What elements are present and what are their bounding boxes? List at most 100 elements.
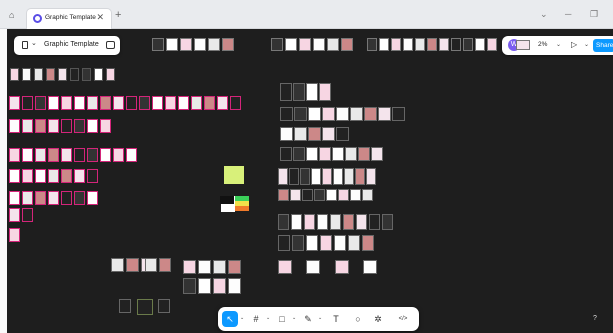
template-thumb-frame[interactable]	[100, 96, 111, 110]
color-swatch[interactable]	[224, 166, 244, 184]
template-thumb-frame[interactable]	[198, 260, 211, 274]
template-thumb-frame[interactable]	[306, 83, 318, 101]
template-thumb-frame[interactable]	[230, 96, 241, 110]
template-thumb-frame[interactable]	[308, 127, 321, 141]
template-thumb-frame[interactable]	[9, 148, 20, 162]
template-thumb-frame[interactable]	[100, 119, 111, 133]
template-thumb-frame[interactable]	[70, 68, 79, 81]
template-thumb-frame[interactable]	[35, 96, 46, 110]
template-thumb-frame[interactable]	[392, 107, 405, 121]
template-thumb-frame[interactable]	[322, 127, 335, 141]
template-thumb-frame[interactable]	[9, 96, 20, 110]
template-thumb-frame[interactable]	[87, 119, 98, 133]
template-thumb-frame[interactable]	[9, 208, 20, 222]
template-thumb-frame[interactable]	[336, 107, 349, 121]
template-thumb-frame[interactable]	[35, 148, 46, 162]
template-thumb-frame[interactable]	[516, 40, 530, 50]
close-icon[interactable]: ✕	[96, 12, 104, 23]
template-thumb-frame[interactable]	[58, 68, 67, 81]
template-thumb-frame[interactable]	[22, 148, 33, 162]
template-thumb-frame[interactable]	[178, 96, 189, 110]
template-thumb-frame[interactable]	[10, 68, 19, 81]
template-thumb-frame[interactable]	[158, 299, 170, 313]
template-thumb-frame[interactable]	[371, 147, 383, 161]
template-thumb-frame[interactable]	[313, 38, 325, 51]
chevron-down-icon[interactable]: ⌄	[584, 41, 589, 48]
template-thumb-frame[interactable]	[345, 147, 357, 161]
template-thumb-frame[interactable]	[74, 119, 85, 133]
template-thumb-frame[interactable]	[327, 38, 339, 51]
template-thumb-frame[interactable]	[362, 189, 373, 201]
template-thumb-frame[interactable]	[299, 38, 311, 51]
template-thumb-frame[interactable]	[306, 260, 320, 274]
template-thumb-frame[interactable]	[341, 38, 353, 51]
template-thumb-frame[interactable]	[74, 148, 85, 162]
template-thumb-frame[interactable]	[451, 38, 461, 51]
panel-toggle-icon[interactable]	[106, 41, 115, 49]
template-thumb-frame[interactable]	[113, 148, 124, 162]
template-thumb-frame[interactable]	[228, 260, 241, 274]
template-thumb-frame[interactable]	[35, 169, 46, 183]
actions-tool-button[interactable]: ✲	[370, 311, 386, 327]
template-thumb-frame[interactable]	[87, 191, 98, 205]
template-thumb-frame[interactable]	[322, 107, 335, 121]
template-thumb-frame[interactable]	[74, 169, 85, 183]
template-thumb-frame[interactable]	[48, 96, 59, 110]
template-thumb-frame[interactable]	[320, 235, 332, 251]
template-thumb-frame[interactable]	[363, 260, 377, 274]
template-thumb-frame[interactable]	[306, 147, 318, 161]
template-thumb-frame[interactable]	[22, 68, 31, 81]
template-thumb-frame[interactable]	[317, 214, 328, 230]
template-thumb-frame[interactable]	[165, 96, 176, 110]
template-thumb-frame[interactable]	[61, 191, 72, 205]
template-thumb-frame[interactable]	[285, 38, 297, 51]
template-thumb-frame[interactable]	[335, 260, 349, 274]
template-thumb-frame[interactable]	[367, 38, 377, 51]
template-thumb-frame[interactable]	[427, 38, 437, 51]
template-thumb-frame[interactable]	[9, 228, 20, 242]
template-thumb-frame[interactable]	[334, 235, 346, 251]
template-thumb-frame[interactable]	[306, 235, 318, 251]
plus-icon[interactable]: +	[115, 9, 121, 21]
template-thumb-frame[interactable]	[228, 278, 241, 294]
template-thumb-frame[interactable]	[74, 96, 85, 110]
template-thumb-frame[interactable]	[82, 68, 91, 81]
pen-tool-button[interactable]: ✎	[300, 311, 316, 327]
template-thumb-frame[interactable]	[198, 278, 211, 294]
template-thumb-frame[interactable]	[333, 168, 343, 185]
template-thumb-frame[interactable]	[166, 38, 178, 51]
template-thumb-frame[interactable]	[22, 208, 33, 222]
template-thumb-frame[interactable]	[311, 168, 321, 185]
template-thumb-frame[interactable]	[355, 168, 365, 185]
template-thumb-frame[interactable]	[343, 214, 354, 230]
file-title[interactable]: Graphic Template	[44, 41, 99, 48]
template-thumb-frame[interactable]	[183, 278, 196, 294]
template-thumb-frame[interactable]	[319, 147, 331, 161]
template-thumb-frame[interactable]	[308, 107, 321, 121]
template-thumb-frame[interactable]	[217, 96, 228, 110]
template-thumb-frame[interactable]	[369, 214, 380, 230]
template-thumb-frame[interactable]	[379, 38, 389, 51]
chevron-down-icon[interactable]: ⌄	[31, 39, 37, 47]
template-thumb-frame[interactable]	[382, 214, 393, 230]
present-icon[interactable]: ▷	[571, 40, 577, 49]
template-thumb-frame[interactable]	[300, 168, 310, 185]
template-thumb-frame[interactable]	[348, 235, 360, 251]
template-thumb-frame[interactable]	[113, 96, 124, 110]
template-thumb-frame[interactable]	[213, 278, 226, 294]
chevron-down-icon[interactable]: ⌄	[240, 315, 244, 321]
template-thumb-frame[interactable]	[350, 107, 363, 121]
template-thumb-frame[interactable]	[280, 127, 293, 141]
template-thumb-frame[interactable]	[180, 38, 192, 51]
template-thumb-frame[interactable]	[87, 96, 98, 110]
chevron-down-icon[interactable]: ⌄	[292, 315, 296, 321]
template-thumb-frame[interactable]	[330, 214, 341, 230]
template-thumb-frame[interactable]	[280, 107, 293, 121]
file-menu[interactable]: ⌄ Graphic Template	[14, 36, 120, 55]
template-thumb-frame[interactable]	[304, 214, 315, 230]
template-thumb-frame[interactable]	[344, 168, 354, 185]
color-swatch[interactable]	[235, 206, 249, 211]
color-swatch[interactable]	[220, 196, 234, 204]
template-thumb-frame[interactable]	[61, 148, 72, 162]
template-thumb-frame[interactable]	[183, 260, 196, 274]
